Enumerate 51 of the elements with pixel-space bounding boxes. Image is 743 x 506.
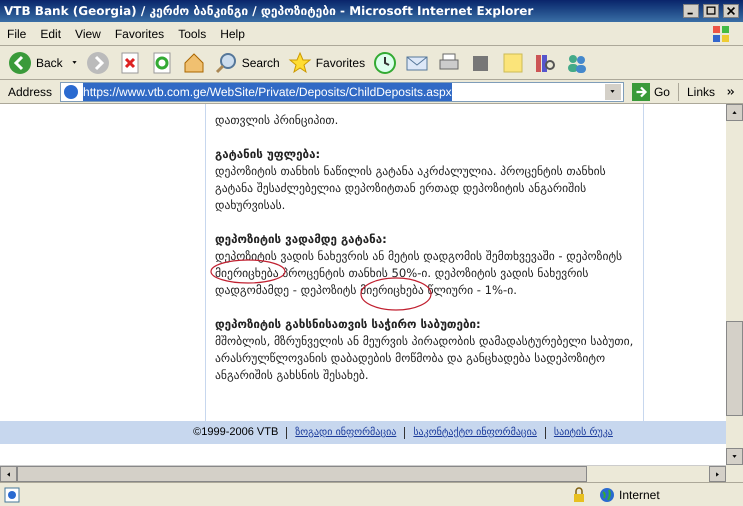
caret-icon[interactable] xyxy=(609,88,616,95)
back-button[interactable]: Back xyxy=(8,50,63,74)
menu-item[interactable]: File xyxy=(0,24,34,42)
maximize-icon[interactable] xyxy=(703,4,719,18)
vertical-scrollbar[interactable] xyxy=(726,104,743,482)
down-arrow-icon[interactable] xyxy=(731,453,738,460)
paragraph: დეპოზიტის თანხის ნაწილის გატანა აკრძალულია. პროცენტის თანხის გატანა შესაძლებელია დეპოზიტთან ერთად დეპოზიტის ანგარიშის დახურვისას. xyxy=(215,163,607,214)
globe-icon xyxy=(599,486,615,502)
footer-link[interactable]: ზოგადი ინფორმაცია xyxy=(295,425,396,440)
scroll-down-button[interactable] xyxy=(726,448,743,465)
lock-icon xyxy=(571,486,587,502)
menu-item[interactable]: View xyxy=(68,24,108,42)
history-icon[interactable] xyxy=(373,50,398,74)
right-arrow-icon[interactable] xyxy=(714,470,721,478)
star-icon xyxy=(288,50,312,74)
section-heading: გატანის უფლება: xyxy=(215,146,322,163)
horizontal-scrollbar[interactable] xyxy=(0,465,726,482)
menu-item[interactable]: Tools xyxy=(171,24,214,42)
go-button[interactable]: Go xyxy=(628,82,674,100)
paragraph: მშობლის, მზრუნველის ან მეურვის პირადობის დამადასტურებელი საბუთი, არასრულწლოვანის დაბადების მოწმობა და განცხადება სადეპოზიტო ანგარიშის გახსნის შესახებ. xyxy=(215,333,634,384)
footer-link[interactable]: საიტის რუკა xyxy=(554,425,613,440)
menu-item[interactable]: Favorites xyxy=(108,24,172,42)
favorites-button[interactable]: Favorites xyxy=(288,50,366,74)
left-arrow-icon[interactable] xyxy=(5,470,12,478)
menu-item[interactable]: Help xyxy=(213,24,252,42)
section-heading: დეპოზიტის ვადამდე გატანა: xyxy=(215,231,388,248)
chevron-icon[interactable] xyxy=(727,88,735,96)
scroll-left-button[interactable] xyxy=(0,466,17,482)
footer-link[interactable]: საკონტაქტო ინფორმაცია xyxy=(413,425,537,440)
close-icon[interactable] xyxy=(723,4,739,18)
search-button[interactable]: Search xyxy=(214,50,280,74)
address-field[interactable]: https://www.vtb.com.ge/WebSite/Private/Deposits/ChildDeposits.aspx xyxy=(60,82,624,102)
windows-logo-icon xyxy=(711,24,731,44)
window-title: VTB Bank (Georgia) / კერძო ბანკინგი / დეპოზიტები - Microsoft Internet Explorer xyxy=(4,3,534,20)
minimize-icon[interactable] xyxy=(683,4,699,18)
links-button[interactable]: Links xyxy=(678,82,723,100)
section-heading: დეპოზიტის გახსნისათვის საჭირო საბუთები: xyxy=(215,316,482,333)
dropdown-button[interactable] xyxy=(604,84,621,100)
scroll-right-button[interactable] xyxy=(709,466,726,482)
page-icon xyxy=(63,84,80,100)
menu-item[interactable]: Edit xyxy=(33,24,68,42)
page-icon xyxy=(4,486,20,502)
paragraph: დათვლის პრინციპით. xyxy=(215,112,340,129)
caret-icon[interactable] xyxy=(70,59,78,66)
address-label: Address xyxy=(7,84,54,100)
home-icon[interactable] xyxy=(182,50,206,74)
copyright-text: ©1999-2006 VTB xyxy=(193,425,278,440)
search-icon xyxy=(214,50,238,74)
up-arrow-icon[interactable] xyxy=(731,109,738,116)
scroll-up-button[interactable] xyxy=(726,104,743,121)
zone-label: Internet xyxy=(619,486,661,504)
